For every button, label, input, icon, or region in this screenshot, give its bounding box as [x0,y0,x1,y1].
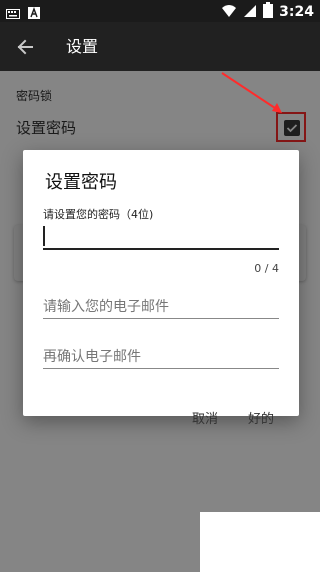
password-field-label: 请设置您的密码（4位) [43,208,154,221]
confirm-email-field[interactable]: 再确认电子邮件 [43,340,279,369]
status-right-icons: 3:24 [221,2,314,22]
dialog-title: 设置密码 [45,172,117,193]
confirm-email-placeholder: 再确认电子邮件 [43,349,141,365]
keyboard-icon [6,4,20,23]
text-cursor [43,226,45,246]
password-input[interactable] [43,224,279,250]
signal-icon [243,3,257,22]
set-password-dialog: 设置密码 请设置您的密码（4位) 0 / 4 请输入您的电子邮件 再确认电子邮件… [23,150,299,427]
a-icon [28,4,40,23]
password-counter: 0 / 4 [254,262,279,275]
email-placeholder: 请输入您的电子邮件 [43,299,169,315]
battery-icon [263,2,274,22]
clock: 3:24 [279,4,314,20]
bottom-white-patch [200,512,320,572]
status-left-icons [6,4,40,23]
email-field[interactable]: 请输入您的电子邮件 [43,290,279,319]
arrow-left-icon[interactable] [14,36,36,58]
cancel-button[interactable]: 取消 [192,408,218,427]
app-bar-title: 设置 [66,37,99,56]
status-bar: 3:24 [0,0,320,22]
wifi-icon [221,3,237,22]
ok-button[interactable]: 好的 [248,408,274,427]
app-bar: 设置 [0,22,320,71]
